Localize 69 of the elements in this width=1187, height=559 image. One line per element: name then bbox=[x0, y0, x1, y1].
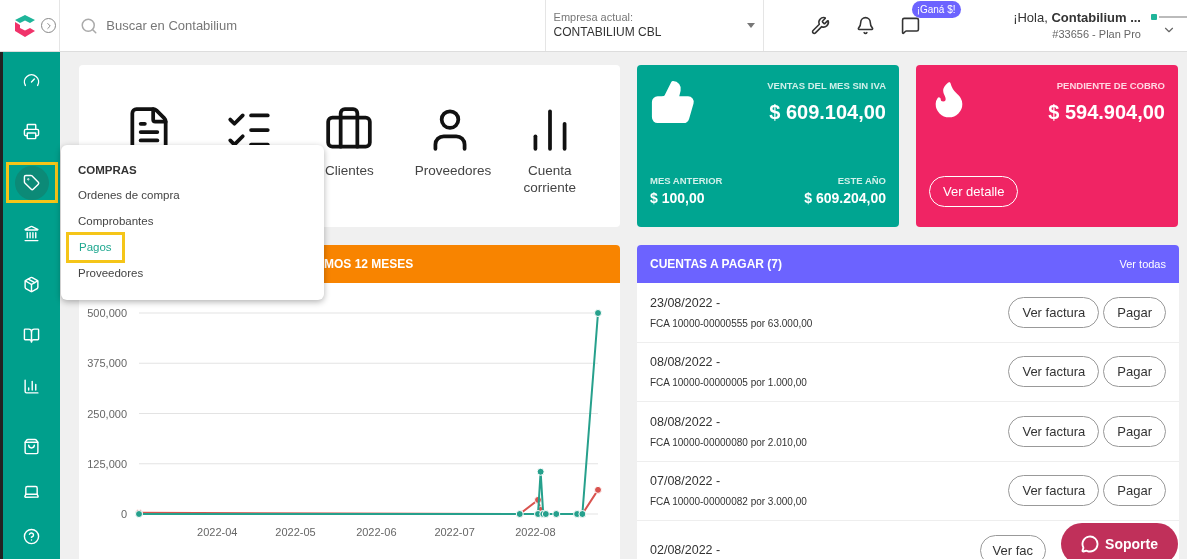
company-name: CONTABILIUM CBL bbox=[553, 24, 662, 40]
chart-point bbox=[536, 467, 545, 476]
y-tick-label: 0 bbox=[120, 508, 127, 520]
y-tick-label: 125,000 bbox=[87, 457, 127, 470]
payable-date: 08/08/2022 - bbox=[650, 354, 722, 372]
sales-title: VENTAS DEL MES SIN IVA bbox=[767, 79, 886, 93]
bank-icon bbox=[23, 225, 40, 242]
x-tick-label: 2022-07 bbox=[434, 526, 475, 538]
submenu-item[interactable]: Ordenes de compra bbox=[78, 187, 180, 205]
year-label: ESTE AÑO bbox=[837, 173, 886, 188]
previous-month-amount: $ 100,00 bbox=[650, 189, 706, 208]
box-icon bbox=[23, 276, 40, 293]
book-icon bbox=[23, 327, 40, 344]
payable-detail: FCA 10000-00000005 por 1.000,00 bbox=[650, 376, 807, 391]
x-tick-label: 2022-05 bbox=[275, 526, 316, 538]
chart-point bbox=[594, 485, 602, 494]
support-button[interactable]: Soporte bbox=[1061, 523, 1178, 559]
payable-detail: FCA 10000-00000080 por 2.010,00 bbox=[650, 435, 807, 450]
payable-date: 07/08/2022 - bbox=[650, 473, 722, 491]
shortcut-button[interactable]: Cuenta corriente bbox=[506, 105, 593, 197]
notifications-button[interactable] bbox=[855, 16, 875, 35]
company-selector[interactable]: Empresa actual: CONTABILIUM CBL bbox=[544, 0, 764, 51]
y-tick-label: 375,000 bbox=[87, 357, 127, 370]
chart-title: MOS 12 MESES bbox=[324, 256, 414, 273]
payable-date: 23/08/2022 - bbox=[650, 294, 722, 312]
submenu-item[interactable]: Comprobantes bbox=[78, 212, 154, 230]
submenu-item[interactable]: Proveedores bbox=[78, 265, 144, 283]
search-icon bbox=[80, 16, 99, 35]
bell-icon bbox=[855, 16, 875, 35]
help-icon bbox=[23, 528, 40, 545]
pending-title: PENDIENTE DE COBRO bbox=[1056, 79, 1165, 93]
year-amount: $ 609.204,00 bbox=[804, 189, 886, 208]
payables-title: CUENTAS A PAGAR (7) bbox=[650, 256, 782, 273]
submenu-title: COMPRAS bbox=[78, 163, 138, 178]
chart-point bbox=[534, 495, 542, 504]
x-tick-label: 2022-06 bbox=[356, 526, 397, 538]
gauge-icon bbox=[23, 72, 40, 89]
greeting: ¡Hola, Contabilium ... bbox=[1013, 9, 1141, 26]
sales-amount: $ 609.104,00 bbox=[769, 100, 886, 126]
shortcut-button[interactable]: Clientes bbox=[306, 105, 393, 180]
company-label: Empresa actual: bbox=[553, 11, 635, 25]
dropdown-caret-icon bbox=[746, 23, 755, 28]
wrench-icon bbox=[810, 16, 830, 35]
y-tick-label: 500,000 bbox=[87, 307, 127, 319]
view-all-link[interactable]: Ver todas bbox=[1119, 255, 1166, 273]
shortcut-button[interactable]: Proveedores bbox=[406, 105, 493, 180]
tag-icon bbox=[23, 174, 40, 191]
printer-icon bbox=[23, 123, 40, 140]
payable-date: 08/08/2022 - bbox=[650, 413, 722, 431]
speech-bubble-icon bbox=[1081, 535, 1100, 553]
x-tick-label: 2022-04 bbox=[197, 526, 238, 538]
x-tick-label: 2022-08 bbox=[515, 526, 556, 538]
y-tick-label: 250,000 bbox=[87, 407, 127, 420]
tag-button[interactable] bbox=[14, 165, 49, 200]
brand-logo-icon bbox=[1151, 14, 1187, 20]
previous-month-label: MES ANTERIOR bbox=[650, 173, 723, 188]
search-field[interactable]: Buscar en Contabilium bbox=[106, 15, 407, 36]
laptop-icon bbox=[23, 483, 40, 500]
payable-date: 02/08/2022 - bbox=[650, 541, 721, 559]
referral-badge: ¡Ganá $! bbox=[911, 0, 961, 18]
bar-chart-icon bbox=[23, 378, 40, 395]
payable-detail: FCA 10000-00000082 por 3.000,00 bbox=[650, 495, 807, 510]
thumbs-up-icon bbox=[650, 79, 696, 125]
tools-button[interactable] bbox=[810, 16, 830, 35]
payable-detail: FCA 10000-00000555 por 63.000,00 bbox=[650, 316, 813, 331]
account-plan: #33656 - Plan Pro bbox=[1052, 27, 1141, 42]
bag-icon bbox=[23, 438, 40, 455]
chart-point bbox=[594, 309, 602, 317]
pending-amount: $ 594.904,00 bbox=[1048, 100, 1165, 126]
